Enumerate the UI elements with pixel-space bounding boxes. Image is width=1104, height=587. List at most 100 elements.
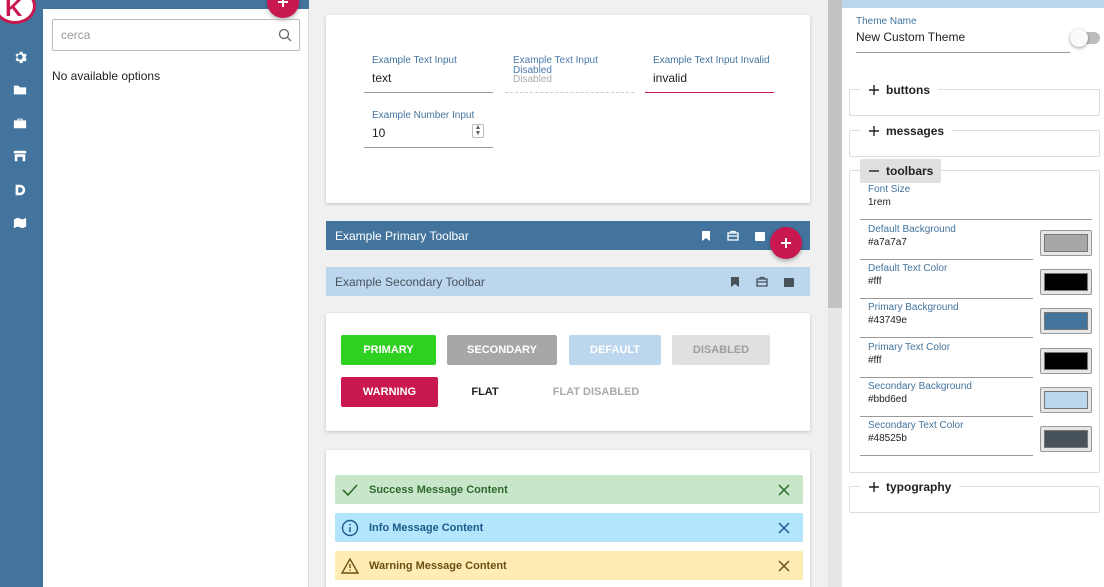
buttons-section[interactable]: buttons bbox=[849, 81, 1100, 116]
warning-message-text: Warning Message Content bbox=[369, 559, 507, 572]
warning-icon bbox=[341, 557, 359, 575]
plus-icon bbox=[278, 0, 288, 7]
font-size-field[interactable]: Font Size 1rem bbox=[860, 184, 1092, 220]
number-stepper[interactable]: ▲ ▼ bbox=[472, 124, 484, 138]
calendar-icon[interactable] bbox=[783, 276, 795, 288]
theme-name-label: Theme Name bbox=[856, 16, 917, 27]
default-bg-label: Default Background bbox=[868, 224, 956, 235]
theme-panel: Theme Name New Custom Theme buttons mess… bbox=[842, 0, 1104, 587]
disabled-button: DISABLED bbox=[672, 335, 770, 365]
messages-section-label: messages bbox=[886, 124, 945, 138]
font-size-value: 1rem bbox=[868, 197, 891, 208]
left-rail: K bbox=[0, 0, 43, 587]
options-panel: No available options bbox=[43, 0, 309, 587]
briefcase-icon[interactable] bbox=[756, 276, 768, 288]
flat-button[interactable]: FLAT bbox=[450, 377, 520, 407]
warning-button[interactable]: WARNING bbox=[341, 377, 438, 407]
scrollbar-thumb[interactable] bbox=[828, 0, 842, 308]
swatch-color bbox=[1044, 312, 1088, 330]
secondary-toolbar: Example Secondary Toolbar bbox=[326, 267, 810, 296]
typography-section[interactable]: typography bbox=[849, 478, 1100, 513]
close-icon[interactable] bbox=[777, 483, 791, 497]
messages-section[interactable]: messages bbox=[849, 122, 1100, 157]
toolbars-section-header[interactable]: toolbars bbox=[860, 159, 942, 183]
font-size-label: Font Size bbox=[868, 184, 911, 195]
secondary-text-field[interactable]: Secondary Text Color #48525b bbox=[860, 420, 1033, 456]
close-icon[interactable] bbox=[777, 521, 791, 535]
swatch-color bbox=[1044, 391, 1088, 409]
plus-icon bbox=[869, 482, 879, 492]
plus-icon bbox=[869, 85, 879, 95]
disabled-input-label: Example Text Input Disabled bbox=[513, 55, 598, 76]
swatch-color bbox=[1044, 430, 1088, 448]
buttons-section-header[interactable]: buttons bbox=[860, 81, 938, 99]
check-icon bbox=[341, 481, 359, 499]
text-input-field[interactable]: Example Text Input text bbox=[364, 56, 493, 93]
primary-bg-field[interactable]: Primary Background #43749e bbox=[860, 302, 1033, 338]
messages-section-header[interactable]: messages bbox=[860, 122, 953, 140]
theme-name-input[interactable]: New Custom Theme bbox=[856, 30, 965, 44]
invalid-input-value: invalid bbox=[653, 71, 688, 85]
success-message: Success Message Content bbox=[335, 475, 803, 504]
briefcase-icon[interactable] bbox=[727, 230, 739, 242]
secondary-bg-swatch[interactable] bbox=[1040, 387, 1092, 413]
invalid-input-field[interactable]: Example Text Input Invalid invalid bbox=[645, 56, 774, 93]
default-bg-field[interactable]: Default Background #a7a7a7 bbox=[860, 224, 1033, 260]
secondary-bg-field[interactable]: Secondary Background #bbd6ed bbox=[860, 381, 1033, 417]
primary-button[interactable]: PRIMARY bbox=[341, 335, 436, 365]
close-icon[interactable] bbox=[777, 559, 791, 573]
search-box bbox=[52, 19, 300, 51]
theme-panel-header bbox=[842, 0, 1104, 8]
secondary-button[interactable]: SECONDARY bbox=[447, 335, 557, 365]
primary-text-swatch[interactable] bbox=[1040, 348, 1092, 374]
text-input-value: text bbox=[372, 71, 392, 85]
toolbars-section: toolbars Font Size 1rem Default Backgrou… bbox=[849, 159, 1100, 473]
secondary-text-swatch[interactable] bbox=[1040, 426, 1092, 452]
primary-bg-swatch[interactable] bbox=[1040, 308, 1092, 334]
default-button[interactable]: DEFAULT bbox=[569, 335, 661, 365]
toolbar-add-button[interactable] bbox=[770, 227, 802, 259]
default-text-swatch[interactable] bbox=[1040, 269, 1092, 295]
buttons-section-label: buttons bbox=[886, 83, 930, 97]
search-input[interactable] bbox=[61, 21, 271, 49]
map-icon[interactable] bbox=[13, 216, 27, 230]
number-input-field[interactable]: Example Number Input 10 ▲ ▼ bbox=[364, 111, 493, 148]
bookmark-icon[interactable] bbox=[729, 276, 741, 288]
plus-icon bbox=[869, 126, 879, 136]
default-text-field[interactable]: Default Text Color #fff bbox=[860, 263, 1033, 299]
store-icon[interactable] bbox=[13, 149, 27, 163]
bookmark-icon[interactable] bbox=[700, 230, 712, 242]
success-message-text: Success Message Content bbox=[369, 483, 508, 496]
folder-icon[interactable] bbox=[13, 83, 27, 97]
theme-name-underline bbox=[856, 52, 1070, 53]
swatch-color bbox=[1044, 234, 1088, 252]
logo-letter: K bbox=[5, 0, 23, 22]
primary-bg-label: Primary Background bbox=[868, 302, 959, 313]
typography-section-header[interactable]: typography bbox=[860, 478, 960, 496]
add-button[interactable] bbox=[267, 0, 299, 18]
search-icon[interactable] bbox=[278, 28, 292, 42]
secondary-text-value: #48525b bbox=[868, 433, 907, 444]
briefcase-icon[interactable] bbox=[13, 116, 27, 130]
inputs-card: Example Text Input text Example Text Inp… bbox=[326, 15, 810, 203]
primary-toolbar-title: Example Primary Toolbar bbox=[335, 228, 469, 243]
app-logo[interactable]: K bbox=[0, 0, 36, 24]
default-text-label: Default Text Color bbox=[868, 263, 948, 274]
info-message: Info Message Content bbox=[335, 513, 803, 542]
secondary-bg-value: #bbd6ed bbox=[868, 394, 907, 405]
primary-text-field[interactable]: Primary Text Color #fff bbox=[860, 342, 1033, 378]
disabled-input-value: Disabled bbox=[513, 74, 552, 85]
default-bg-swatch[interactable] bbox=[1040, 230, 1092, 256]
minus-icon bbox=[869, 170, 879, 172]
primary-bg-value: #43749e bbox=[868, 315, 907, 326]
swatch-color bbox=[1044, 352, 1088, 370]
calendar-icon[interactable] bbox=[754, 230, 766, 242]
theme-toggle[interactable] bbox=[1070, 29, 1100, 47]
disabled-input-field: Example Text Input Disabled Disabled bbox=[505, 56, 634, 93]
primary-toolbar: Example Primary Toolbar bbox=[326, 221, 810, 250]
info-message-text: Info Message Content bbox=[369, 521, 484, 534]
toggle-knob[interactable] bbox=[1070, 29, 1088, 47]
d-letter-icon[interactable] bbox=[13, 183, 27, 197]
gear-icon[interactable] bbox=[13, 50, 27, 64]
default-text-value: #fff bbox=[868, 276, 882, 287]
